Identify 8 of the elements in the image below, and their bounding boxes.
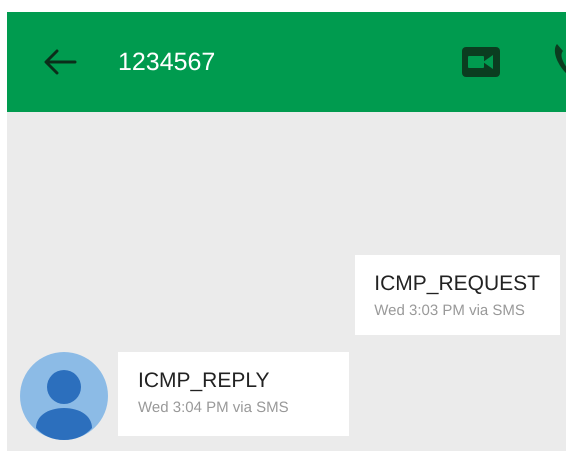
video-camera-icon[interactable]	[462, 47, 500, 77]
back-arrow-icon[interactable]	[43, 49, 77, 75]
message-timestamp: Wed 3:03 PM via SMS	[374, 302, 526, 319]
message-text: ICMP_REQUEST	[374, 272, 540, 296]
message-text: ICMP_REPLY	[138, 369, 270, 393]
avatar-icon[interactable]	[20, 352, 108, 440]
contact-number: 1234567	[118, 48, 216, 76]
message-timestamp: Wed 3:04 PM via SMS	[138, 399, 289, 416]
